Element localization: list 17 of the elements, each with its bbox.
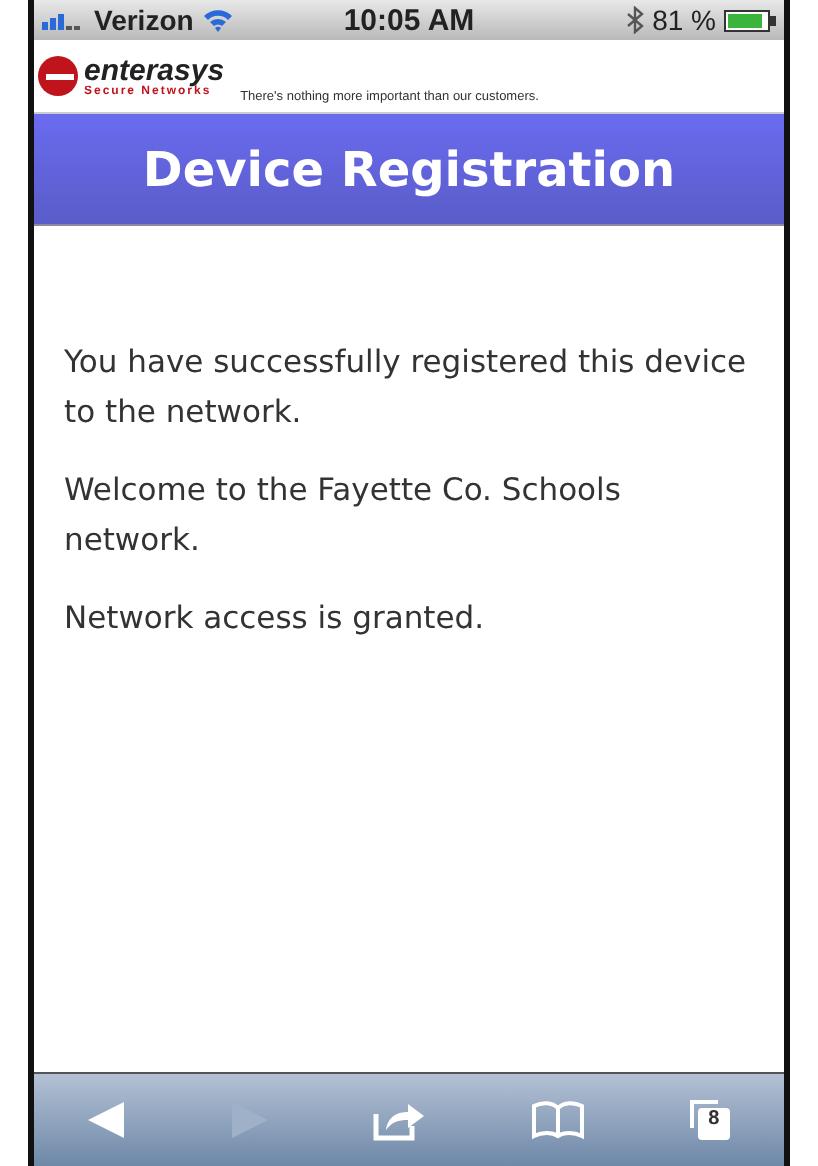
back-button[interactable]	[84, 1098, 129, 1142]
message-text: Network access is granted.	[64, 598, 487, 640]
message-text: You have successfully registered this device to the network.	[64, 342, 749, 434]
signal-icon	[42, 10, 86, 30]
bluetooth-icon	[626, 6, 645, 34]
battery-icon	[724, 9, 776, 31]
tabs-button[interactable]: 8	[685, 1096, 734, 1144]
brand-name: enterasys	[84, 55, 225, 85]
wifi-icon	[201, 8, 234, 32]
carrier-name: Verizon	[94, 4, 194, 36]
logo-icon	[38, 56, 78, 96]
message-text: Welcome to the Fayette Co. Schools network.	[64, 470, 623, 562]
battery-percent: 81 %	[652, 4, 716, 36]
share-button[interactable]	[372, 1098, 429, 1142]
clock-time: 10:05 AM	[343, 3, 475, 37]
page-title: Device Registration	[142, 141, 676, 197]
bookmarks-button[interactable]	[529, 1100, 586, 1140]
